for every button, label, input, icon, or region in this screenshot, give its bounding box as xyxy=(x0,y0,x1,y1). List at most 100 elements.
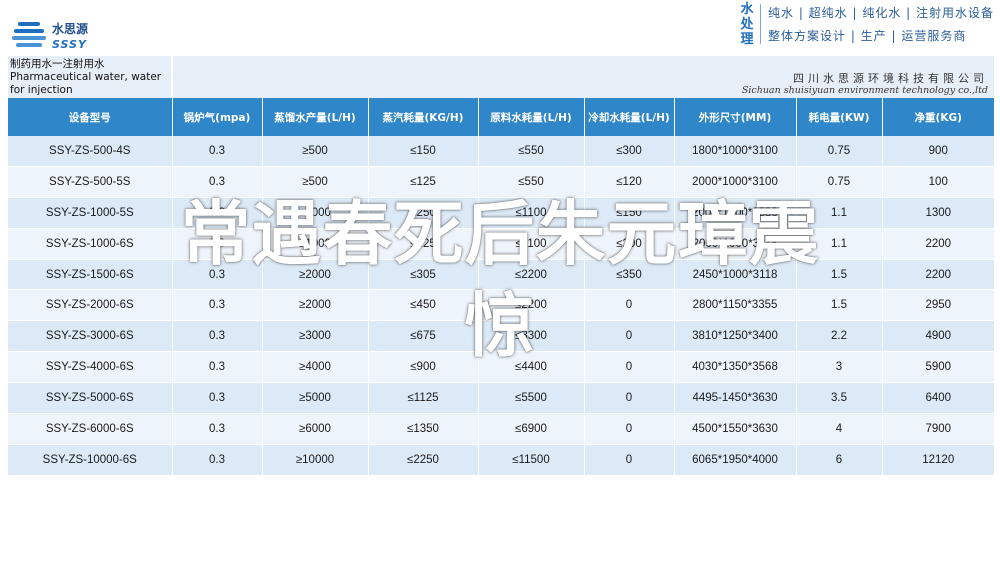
slogan-divider xyxy=(760,4,761,44)
table-cell: ≤550 xyxy=(478,136,585,167)
company-name-en: Sichuan shuisiyuan environment technolog… xyxy=(741,85,988,96)
column-header: 耗电量(KW) xyxy=(796,98,883,136)
table-cell: ≤150 xyxy=(368,136,479,167)
table-cell: ≤3300 xyxy=(478,320,585,353)
table-cell: ≥10000 xyxy=(262,444,369,476)
table-cell: 6400 xyxy=(882,382,994,415)
table-cell: 5900 xyxy=(882,351,994,384)
table-cell: SSY-ZS-1500-6S xyxy=(8,259,173,291)
company-banner: 四川水思源环境科技有限公司 Sichuan shuisiyuan environ… xyxy=(173,56,994,98)
table-cell: ≥3000 xyxy=(262,320,369,353)
table-cell: 0.3 xyxy=(172,197,263,229)
table-cell: 2200 xyxy=(882,259,994,291)
table-cell: ≥1000 xyxy=(262,197,369,229)
table-cell: 0.3 xyxy=(172,166,263,198)
table-cell: SSY-ZS-1000-5S xyxy=(8,197,173,229)
table-cell: 4 xyxy=(796,413,883,445)
table-cell: SSY-ZS-500-5S xyxy=(8,166,173,198)
table-cell: ≥5000 xyxy=(262,382,369,415)
table-cell: SSY-ZS-500-4S xyxy=(8,136,173,167)
table-cell: SSY-ZS-3000-6S xyxy=(8,320,173,353)
table-cell: ≤305 xyxy=(368,259,479,291)
table-cell: 0 xyxy=(584,320,675,353)
table-cell: SSY-ZS-5000-6S xyxy=(8,382,173,415)
column-header: 设备型号 xyxy=(8,98,173,136)
table-cell: 6065*1950*4000 xyxy=(674,444,797,476)
table-cell: SSY-ZS-1000-6S xyxy=(8,228,173,260)
table-cell: 1.1 xyxy=(796,228,883,260)
logo-waves-icon xyxy=(12,20,46,50)
table-cell: 2000*1000*3118 xyxy=(674,228,797,260)
table-cell: 0.3 xyxy=(172,228,263,260)
table-cell: 2950 xyxy=(882,289,994,322)
table-cell: ≤675 xyxy=(368,320,479,353)
company-logo: 水思源 SSSY xyxy=(12,16,132,56)
table-cell: 1.5 xyxy=(796,289,883,322)
table-row: SSY-ZS-1500-6S 0.3 ≥2000 ≤305 ≤2200 ≤350 2450*… xyxy=(8,259,994,291)
table-title-row: 制药用水一注射用水 Pharmaceutical water, water fo… xyxy=(8,56,994,98)
table-row: SSY-ZS-2000-6S 0.3 ≥2000 ≤450 ≤2200 0 2800*115… xyxy=(8,289,994,322)
table-cell: 6 xyxy=(796,444,883,476)
column-header: 蒸汽耗量(KG/H) xyxy=(368,98,479,136)
table-cell: ≥500 xyxy=(262,166,369,198)
table-row: SSY-ZS-6000-6S 0.3 ≥6000 ≤1350 ≤6900 0 4500*15… xyxy=(8,413,994,445)
table-cell: 900 xyxy=(882,136,994,167)
table-row: SSY-ZS-1000-6S 0.3 ≥1000 ≤225 ≤1100 ≤200 2000*… xyxy=(8,228,994,260)
column-header: 原料水耗量(L/H) xyxy=(478,98,585,136)
table-cell: 3.5 xyxy=(796,382,883,415)
table-cell: 0 xyxy=(584,289,675,322)
table-cell: 1.5 xyxy=(796,259,883,291)
table-cell: SSY-ZS-4000-6S xyxy=(8,351,173,384)
spec-table-panel: 制药用水一注射用水 Pharmaceutical water, water fo… xyxy=(8,56,994,476)
table-cell: ≥2000 xyxy=(262,289,369,322)
table-cell: ≤2200 xyxy=(478,289,585,322)
logo-name: 水思源 xyxy=(52,22,89,36)
column-header: 净重(KG) xyxy=(882,98,994,136)
table-cell: SSY-ZS-2000-6S xyxy=(8,289,173,322)
table-cell: 1300 xyxy=(882,197,994,229)
table-cell: 0.3 xyxy=(172,136,263,167)
table-cell: 2000*1000*3100 xyxy=(674,166,797,198)
table-row: SSY-ZS-10000-6S 0.3 ≥10000 ≤2250 ≤11500 0 6065… xyxy=(8,444,994,476)
table-cell: ≤5500 xyxy=(478,382,585,415)
table-cell: 0.3 xyxy=(172,289,263,322)
table-cell: 4900 xyxy=(882,320,994,353)
table-cell: ≤4400 xyxy=(478,351,585,384)
table-cell: 0 xyxy=(584,413,675,445)
table-cell: ≥1000 xyxy=(262,228,369,260)
table-cell: ≤1350 xyxy=(368,413,479,445)
table-body: SSY-ZS-500-4S 0.3 ≥500 ≤150 ≤550 ≤300 1800*100… xyxy=(8,136,994,476)
table-cell: 4500*1550*3630 xyxy=(674,413,797,445)
table-title-cn: 制药用水一注射用水 xyxy=(10,58,105,70)
table-cell: 0.3 xyxy=(172,413,263,445)
table-cell: 2000*1000*3380 xyxy=(674,197,797,229)
table-title: 制药用水一注射用水 Pharmaceutical water, water fo… xyxy=(8,56,172,98)
company-name-cn: 四川水思源环境科技有限公司 xyxy=(793,72,988,85)
column-header: 外形尺寸(MM) xyxy=(674,98,797,136)
table-cell: ≤350 xyxy=(584,259,675,291)
table-row: SSY-ZS-500-4S 0.3 ≥500 ≤150 ≤550 ≤300 1800*100… xyxy=(8,136,994,167)
table-cell: ≤900 xyxy=(368,351,479,384)
table-cell: 3 xyxy=(796,351,883,384)
table-row: SSY-ZS-1000-5S 0.3 ≥1000 ≤250 ≤1100 ≤150 2000*… xyxy=(8,197,994,229)
table-cell: ≤200 xyxy=(584,228,675,260)
table-cell: ≤1125 xyxy=(368,382,479,415)
table-cell: 4030*1350*3568 xyxy=(674,351,797,384)
table-cell: 0.75 xyxy=(796,166,883,198)
header-slogan: 水处理 纯水 | 超纯水 | 纯化水 | 注射用水设备 整体方案设计 | 生产 … xyxy=(736,0,1000,50)
table-cell: 0 xyxy=(584,351,675,384)
table-cell: 12120 xyxy=(882,444,994,476)
table-cell: 0 xyxy=(584,382,675,415)
logo-subtitle: SSSY xyxy=(52,38,87,51)
table-cell: SSY-ZS-10000-6S xyxy=(8,444,173,476)
column-header: 蒸馏水产量(L/H) xyxy=(262,98,369,136)
table-cell: 0.3 xyxy=(172,320,263,353)
table-cell: ≤2250 xyxy=(368,444,479,476)
slogan-line-1: 纯水 | 超纯水 | 纯化水 | 注射用水设备 xyxy=(768,6,995,20)
table-cell: ≤550 xyxy=(478,166,585,198)
table-cell: 7900 xyxy=(882,413,994,445)
table-cell: 2800*1150*3355 xyxy=(674,289,797,322)
table-row: SSY-ZS-4000-6S 0.3 ≥4000 ≤900 ≤4400 0 4030*135… xyxy=(8,351,994,384)
table-header-row: 设备型号 锅炉气(mpa) 蒸馏水产量(L/H) 蒸汽耗量(KG/H) 原料水耗量(L/… xyxy=(8,98,994,136)
table-cell: ≤1100 xyxy=(478,197,585,229)
